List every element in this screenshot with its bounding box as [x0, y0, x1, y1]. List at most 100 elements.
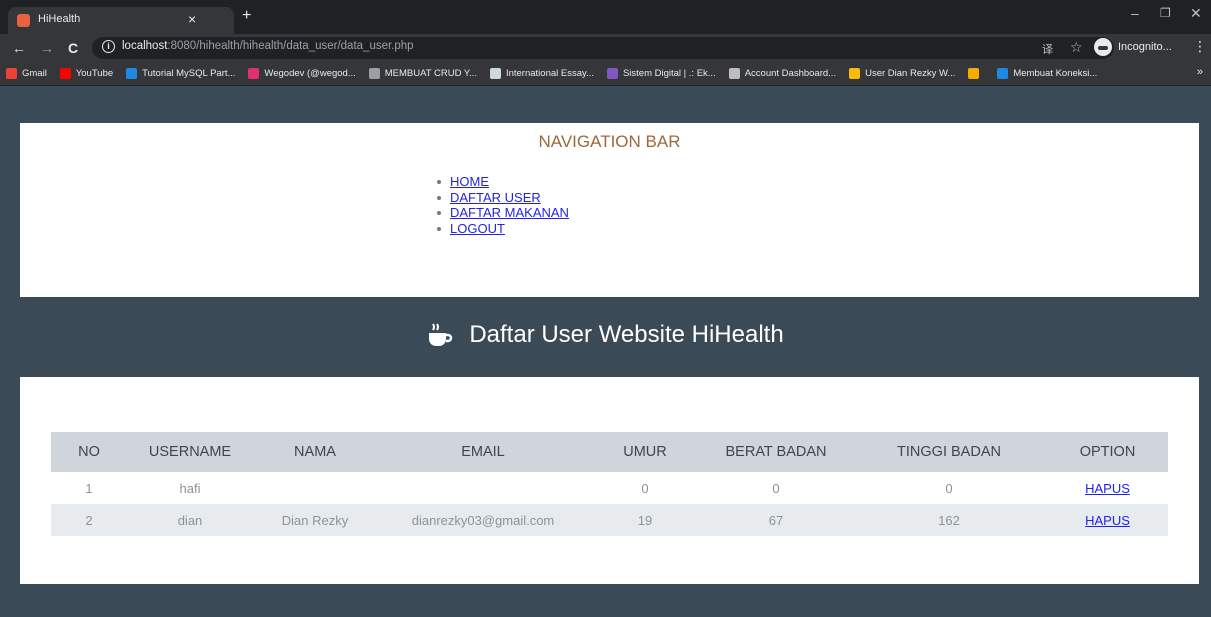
incognito-icon — [1094, 38, 1112, 56]
page-heading: Daftar User Website HiHealth — [0, 318, 1211, 352]
bookmark-favicon-icon — [849, 68, 861, 79]
cell-berat-badan: 0 — [772, 480, 780, 496]
bookmark-favicon-icon — [368, 68, 380, 79]
header-username: USERNAME — [127, 432, 253, 472]
forward-icon[interactable]: → — [40, 39, 54, 57]
bookmark-favicon-icon — [126, 68, 138, 79]
nav-item-daftar-user: DAFTAR USER — [434, 190, 569, 206]
hapus-link[interactable]: HAPUS — [1085, 481, 1130, 496]
url-text: localhost:8080/hihealth/hihealth/data_us… — [122, 40, 414, 52]
nav-link-daftar-user[interactable]: DAFTAR USER — [450, 190, 541, 205]
reload-icon[interactable]: C — [68, 39, 78, 57]
bookmark-item[interactable]: Wegodev (@wegod... — [248, 68, 356, 79]
cell-tinggi-badan: 162 — [851, 504, 1047, 536]
bookmark-item[interactable]: International Essay... — [489, 68, 594, 79]
header-option: OPTION — [1047, 432, 1168, 472]
cell-nama: Dian Rezky — [253, 504, 377, 536]
cell-no: 2 — [51, 504, 127, 536]
nav-item-home: HOME — [434, 174, 569, 190]
incognito-label: Incognito... — [1118, 41, 1172, 53]
cell-umur: 0 — [641, 480, 649, 496]
address-bar[interactable]: i localhost:8080/hihealth/hihealth/data_… — [92, 37, 1114, 59]
bookmark-label: MEMBUAT CRUD Y... — [384, 68, 477, 79]
table-row: 2 dian Dian Rezky dianrezky03@gmail.com … — [51, 504, 1168, 536]
site-info-icon[interactable]: i — [102, 40, 115, 53]
cell-option: HAPUS — [1047, 472, 1168, 504]
cell-username: dian — [127, 504, 253, 536]
bookmark-star-icon[interactable]: ☆ — [1070, 39, 1083, 56]
bookmark-label: YouTube — [75, 68, 114, 79]
cell-umur: 19 — [589, 504, 701, 536]
bookmark-item[interactable]: Membuat Koneksi... — [997, 68, 1097, 79]
close-window-icon[interactable]: ✕ — [1190, 5, 1202, 22]
bookmark-label: User Dian Rezky W... — [865, 68, 956, 79]
navigation-list: HOME DAFTAR USER DAFTAR MAKANAN LOGOUT — [434, 174, 569, 236]
bookmark-favicon-icon — [248, 68, 260, 79]
bookmark-favicon-icon — [997, 68, 1009, 79]
incognito-indicator[interactable]: Incognito... — [1094, 37, 1172, 57]
navigation-title: NAVIGATION BAR — [538, 132, 681, 151]
navigation-panel: NAVIGATION BAR HOME DAFTAR USER DAFTAR M… — [20, 123, 1199, 297]
bookmark-favicon-icon — [59, 68, 71, 79]
bookmark-label: Sistem Digital | .: Ek... — [622, 68, 716, 79]
nav-item-daftar-makanan: DAFTAR MAKANAN — [434, 205, 569, 221]
minimize-icon[interactable]: – — [1131, 5, 1139, 21]
header-nama: NAMA — [253, 432, 377, 472]
bookmark-item[interactable]: MEMBUAT CRUD Y... — [368, 68, 477, 79]
url-path: :8080/hihealth/hihealth/data_user/data_u… — [167, 40, 414, 52]
hapus-link[interactable]: HAPUS — [1085, 513, 1130, 528]
tab-title: HiHealth — [38, 13, 81, 25]
tab-close-icon[interactable]: × — [188, 11, 196, 27]
bookmark-label: Account Dashboard... — [744, 68, 837, 79]
cell-email — [377, 472, 589, 504]
cell-username: hafi — [179, 480, 201, 496]
header-umur: UMUR — [589, 432, 701, 472]
bookmark-favicon-icon — [489, 68, 501, 79]
browser-menu-icon[interactable]: ⋮ — [1193, 38, 1207, 55]
bookmark-item[interactable]: YouTube — [59, 68, 114, 79]
bookmark-label: Tutorial MySQL Part... — [142, 68, 236, 79]
cell-option: HAPUS — [1047, 504, 1168, 536]
bookmark-item[interactable]: Sistem Digital | .: Ek... — [606, 68, 716, 79]
cell-email: dianrezky03@gmail.com — [377, 504, 589, 536]
bookmark-item[interactable]: User Dian Rezky W... — [849, 68, 955, 79]
header-no: NO — [51, 432, 127, 472]
bookmark-favicon-icon — [728, 68, 740, 79]
bookmark-label: Gmail — [22, 68, 47, 79]
nav-item-logout: LOGOUT — [434, 221, 569, 237]
header-email: EMAIL — [377, 432, 589, 472]
nav-link-daftar-makanan[interactable]: DAFTAR MAKANAN — [450, 205, 569, 220]
bookmark-item[interactable]: Gmail — [6, 68, 47, 79]
bookmarks-overflow-icon[interactable]: » — [1197, 66, 1203, 78]
cell-berat-badan: 67 — [701, 504, 851, 536]
cell-tinggi-badan: 0 — [945, 480, 953, 496]
bookmark-favicon-icon — [968, 68, 980, 79]
user-table-panel: NO USERNAME NAMA EMAIL UMUR BERAT BADAN … — [20, 377, 1199, 584]
browser-toolbar: ← → C i localhost:8080/hihealth/hihealth… — [0, 34, 1211, 62]
user-table: NO USERNAME NAMA EMAIL UMUR BERAT BADAN … — [51, 432, 1168, 536]
back-icon[interactable]: ← — [12, 39, 26, 57]
browser-tab[interactable]: HiHealth × — [8, 7, 234, 34]
cell-no: 1 — [85, 480, 93, 496]
url-host: localhost — [122, 40, 168, 52]
hihealth-favicon-icon — [17, 14, 30, 27]
browser-tab-strip: HiHealth × + – ❐ ✕ — [0, 0, 1211, 34]
header-berat-badan: BERAT BADAN — [701, 432, 851, 472]
table-row: 1 hafi 0 0 0 HAPUS — [51, 472, 1168, 504]
restore-icon[interactable]: ❐ — [1160, 6, 1171, 20]
header-tinggi-badan: TINGGI BADAN — [851, 432, 1047, 472]
bookmark-label: International Essay... — [505, 68, 594, 79]
bookmark-favicon-icon — [6, 68, 17, 79]
nav-link-home[interactable]: HOME — [450, 174, 489, 189]
bookmark-item[interactable]: Tutorial MySQL Part... — [126, 68, 235, 79]
bookmark-item[interactable] — [968, 68, 984, 79]
coffee-cup-icon — [429, 323, 453, 346]
cell-nama — [253, 472, 377, 504]
new-tab-button[interactable]: + — [242, 8, 251, 24]
bookmark-label: Wegodev (@wegod... — [264, 68, 356, 79]
bookmarks-bar: Gmail YouTube Tutorial MySQL Part... Wegode… — [0, 62, 1211, 86]
table-header-row: NO USERNAME NAMA EMAIL UMUR BERAT BADAN … — [51, 432, 1168, 472]
translate-icon[interactable]: 译 — [1042, 41, 1053, 57]
bookmark-item[interactable]: Account Dashboard... — [728, 68, 837, 79]
nav-link-logout[interactable]: LOGOUT — [450, 221, 505, 236]
